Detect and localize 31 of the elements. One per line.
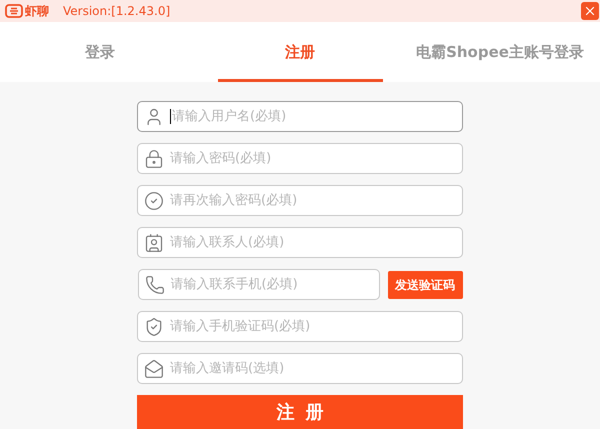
input-field[interactable]: 请输入联系人(必填) (137, 227, 463, 258)
logo-icon (5, 4, 23, 18)
close-icon (583, 4, 597, 18)
contact-icon (144, 232, 164, 252)
app-name: 虾聊 (25, 3, 49, 20)
input-placeholder: 请再次输入密码(必填) (170, 190, 456, 210)
input-placeholder: 请输入用户名(必填) (172, 106, 456, 126)
input-field[interactable]: 请输入手机验证码(必填) (137, 311, 463, 342)
tab[interactable]: 电霸Shopee主账号登录 (410, 22, 590, 82)
input-field[interactable]: 请输入邀请码(选填) (137, 353, 463, 384)
check-circle-icon (144, 190, 164, 210)
input-field[interactable]: 请输入联系手机(必填) (138, 269, 380, 300)
register-button[interactable]: 注册 (137, 395, 463, 429)
input-placeholder: 请输入联系人(必填) (170, 232, 456, 252)
shield-check-icon (144, 316, 164, 336)
close-button[interactable] (581, 2, 599, 20)
input-field[interactable]: 请再次输入密码(必填) (137, 185, 463, 216)
input-field[interactable]: 请输入用户名(必填) (137, 101, 463, 132)
text-cursor (170, 109, 171, 124)
envelope-icon (144, 358, 164, 378)
lock-icon (144, 148, 164, 168)
version-label: Version:[1.2.43.0] (63, 3, 170, 20)
tab[interactable]: 注册 (218, 22, 382, 82)
input-field[interactable]: 请输入密码(必填) (137, 143, 463, 174)
input-placeholder: 请输入联系手机(必填) (170, 274, 372, 294)
send-code-button[interactable]: 发送验证码 (388, 270, 462, 298)
tab[interactable]: 登录 (79, 22, 121, 82)
input-placeholder: 请输入邀请码(选填) (170, 358, 456, 378)
input-placeholder: 请输入手机验证码(必填) (170, 316, 456, 336)
input-placeholder: 请输入密码(必填) (170, 148, 456, 168)
phone-icon (144, 274, 164, 294)
